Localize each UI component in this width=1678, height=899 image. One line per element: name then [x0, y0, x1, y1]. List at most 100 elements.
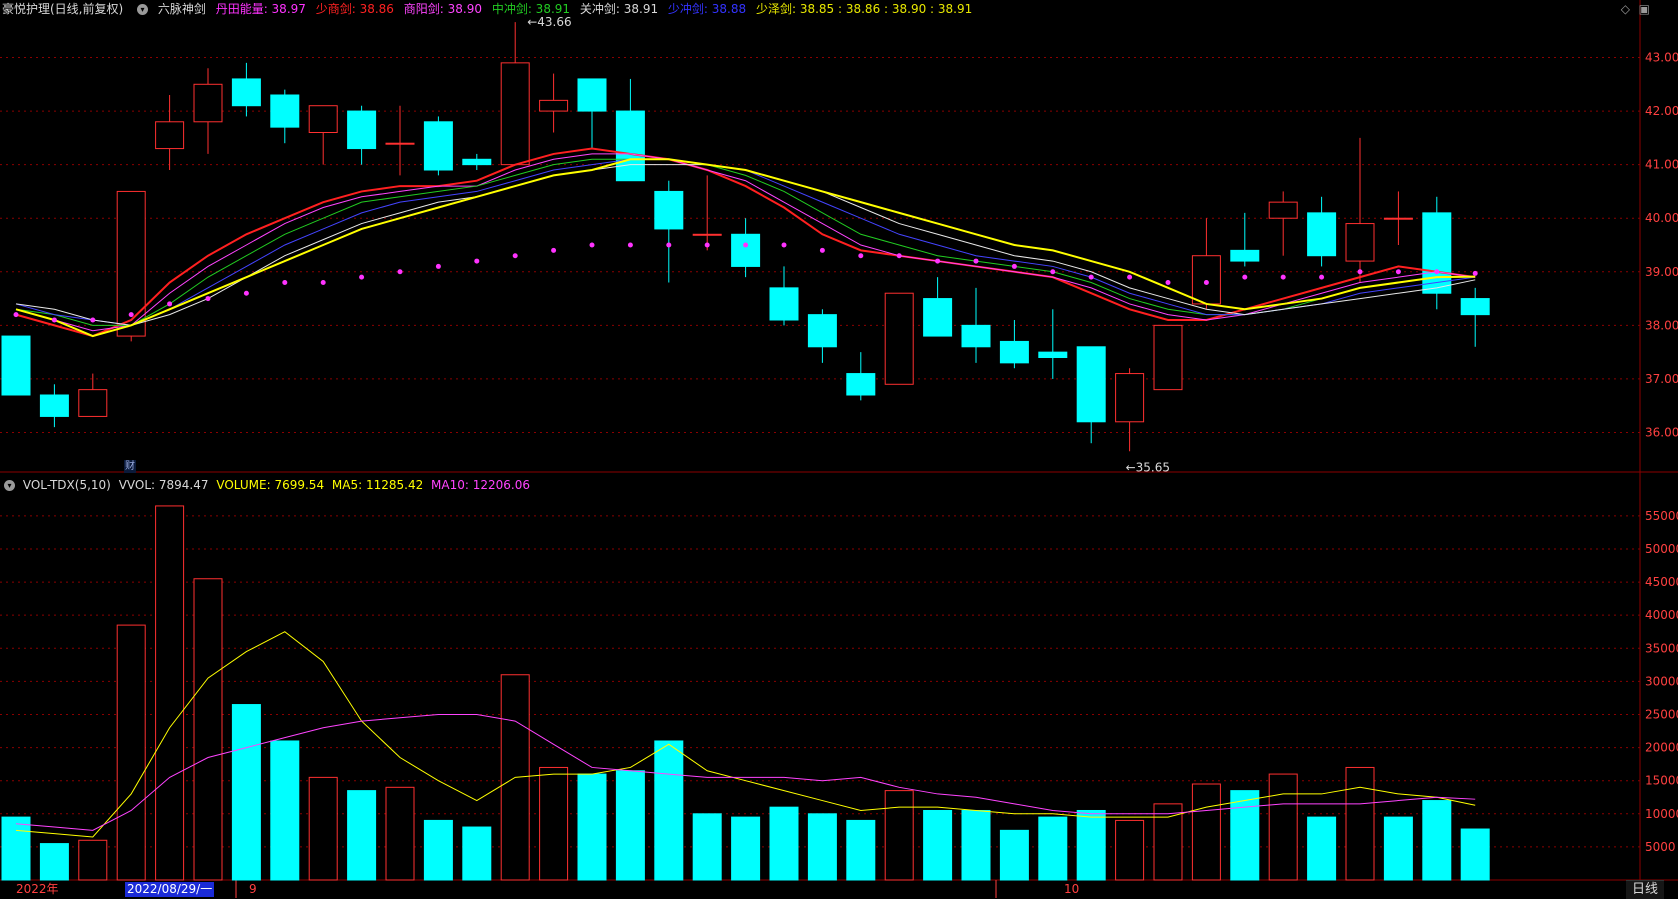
candle-body: [923, 298, 953, 337]
volume-bar: [1460, 828, 1490, 881]
volume-tick-label: 10000: [1645, 807, 1678, 821]
volume-bar: [155, 505, 185, 881]
volume-tick-label: 20000: [1645, 741, 1678, 755]
energy-dot: [666, 242, 672, 248]
window-icon[interactable]: ▣: [1639, 2, 1650, 16]
volume-tick-label: 55000: [1645, 509, 1678, 523]
low-price-label: ←35.65: [1126, 460, 1170, 474]
volume-bar: [78, 839, 108, 881]
candle-body: [846, 373, 876, 396]
volume-bar: [807, 813, 837, 881]
volume-bar: [731, 816, 761, 881]
candle-body: [807, 314, 837, 348]
energy-dot: [551, 247, 557, 253]
candle-body: [1076, 346, 1106, 423]
energy-dot: [1011, 263, 1017, 269]
volume-bar: [270, 740, 300, 881]
period-tab-daily[interactable]: 日线: [1625, 880, 1664, 899]
price-tick-label: 39.00: [1645, 265, 1678, 279]
energy-dot: [128, 312, 134, 318]
volume-tick-label: 45000: [1645, 575, 1678, 589]
month-label-oct: 10: [1064, 882, 1080, 896]
candle-body: [385, 142, 415, 145]
energy-dot: [1127, 274, 1133, 280]
volume-bar: [769, 806, 799, 881]
stock-title[interactable]: 豪悦护理(日线,前复权): [2, 2, 123, 16]
volume-indicator-name[interactable]: VOL-TDX(5,10): [23, 478, 111, 492]
candle-body: [1191, 255, 1221, 305]
energy-dot: [1050, 269, 1056, 275]
volume-bar: [615, 770, 645, 881]
ma5-value: MA5: 11285.42: [331, 478, 424, 492]
candle-body: [1345, 223, 1375, 262]
volume-bar: [193, 578, 223, 881]
candle-body: [654, 190, 684, 230]
volume-tick-label: 40000: [1645, 608, 1678, 622]
energy-dot: [282, 280, 288, 285]
chart-canvas[interactable]: 36.00 37.00 38.00 39.00 40.00 41.00 42.00 43.00…: [0, 0, 1678, 898]
candle-body: [999, 340, 1029, 364]
gear-icon[interactable]: ▾: [4, 480, 15, 491]
volume-bar: [116, 624, 146, 881]
candle-body: [769, 287, 799, 321]
energy-dot: [320, 280, 326, 285]
energy-dot: [435, 263, 441, 269]
candle-body: [500, 62, 530, 166]
candle-body: [78, 389, 108, 417]
candle-body: [961, 324, 991, 348]
energy-dot: [819, 247, 825, 253]
candle-body: [539, 99, 569, 112]
candle-body: [231, 78, 261, 107]
volume-bar: [1307, 816, 1337, 881]
energy-dot: [167, 301, 173, 307]
candle-body: [462, 158, 492, 166]
candle-body: [1307, 212, 1337, 257]
header-value-6: 少冲剑: 38.88: [667, 2, 747, 16]
volume-bar: [1345, 766, 1375, 881]
vvol-value: VVOL: 7894.47: [118, 478, 209, 492]
energy-dot: [1088, 274, 1094, 280]
volume-bar: [1191, 783, 1221, 881]
energy-dot: [512, 253, 518, 259]
finance-marker[interactable]: 财: [124, 460, 136, 473]
energy-dot: [1319, 274, 1325, 280]
volume-bar: [577, 773, 607, 881]
energy-dot: [1242, 274, 1248, 280]
price-tick-label: 43.00: [1645, 51, 1678, 65]
candle-body: [1, 335, 31, 396]
candle-body: [423, 121, 453, 171]
volume-bar: [385, 786, 415, 881]
header-value-5: 关冲剑: 38.91: [579, 2, 659, 16]
energy-dot: [781, 242, 787, 248]
energy-dot: [973, 258, 979, 264]
volume-bar: [347, 790, 377, 881]
cursor-date: 2022/08/29/一: [125, 882, 215, 897]
volume-bar: [999, 829, 1029, 881]
volume-bar: [1153, 803, 1183, 881]
candle-body: [884, 292, 914, 385]
energy-dot: [1472, 270, 1478, 276]
gear-icon[interactable]: ▾: [137, 4, 149, 15]
volume-bar: [423, 819, 453, 881]
energy-dot: [1165, 280, 1171, 285]
energy-dot: [858, 253, 864, 259]
diamond-icon[interactable]: ◇: [1621, 2, 1630, 16]
volume-bar: [961, 809, 991, 881]
energy-dot: [1395, 269, 1401, 275]
volume-bar: [39, 843, 69, 881]
price-tick-label: 38.00: [1645, 318, 1678, 332]
volume-bar: [1038, 816, 1068, 881]
candle-body: [308, 105, 338, 134]
indicator-name[interactable]: 六脉神剑: [158, 2, 206, 16]
candle-body: [731, 233, 761, 267]
energy-dot: [896, 253, 902, 259]
energy-dot: [589, 242, 595, 248]
energy-dot: [935, 258, 941, 264]
energy-dot: [1203, 280, 1209, 285]
energy-dot: [1280, 274, 1286, 280]
volume-tick-label: 30000: [1645, 674, 1678, 688]
price-tick-label: 36.00: [1645, 426, 1678, 440]
volume-tick-label: 5000: [1645, 840, 1676, 854]
header-value-7: 少泽剑: 38.85 : 38.86 : 38.90 : 38.91: [755, 2, 973, 16]
candle-body: [193, 83, 223, 123]
